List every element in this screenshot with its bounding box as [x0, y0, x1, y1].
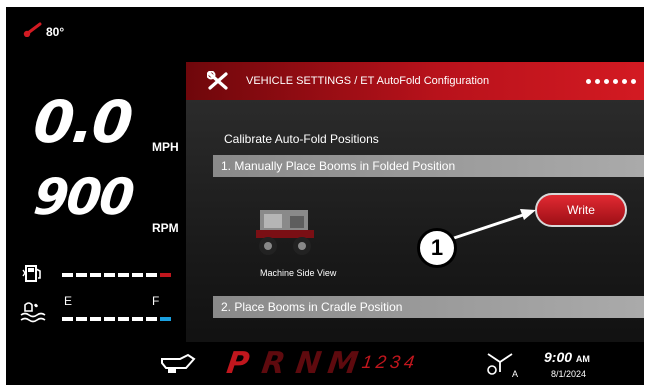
gear-numbers: 1234: [360, 352, 420, 372]
svg-text:A: A: [512, 369, 518, 378]
callout-number: 1: [417, 228, 457, 268]
gear-manual: M: [325, 346, 361, 381]
status-bar: P R N M 1234 A 9:00 AM 8/1/2024: [6, 342, 644, 385]
clock-date: 8/1/2024: [551, 369, 587, 379]
gear-reverse: R: [259, 346, 288, 381]
clock-time: 9:00: [544, 349, 573, 365]
steering-mode-icon: A: [484, 350, 520, 383]
clock: 9:00 AM: [544, 349, 590, 365]
engine-oil-icon: [158, 352, 198, 379]
clock-ampm: AM: [575, 354, 590, 364]
display-screen: 80° 0.0 MPH 900 RPM E F VEHICLE SETTINGS…: [6, 7, 644, 385]
callout-arrow: [450, 209, 536, 241]
gear-park: P: [224, 346, 252, 381]
gear-neutral: N: [293, 346, 324, 381]
